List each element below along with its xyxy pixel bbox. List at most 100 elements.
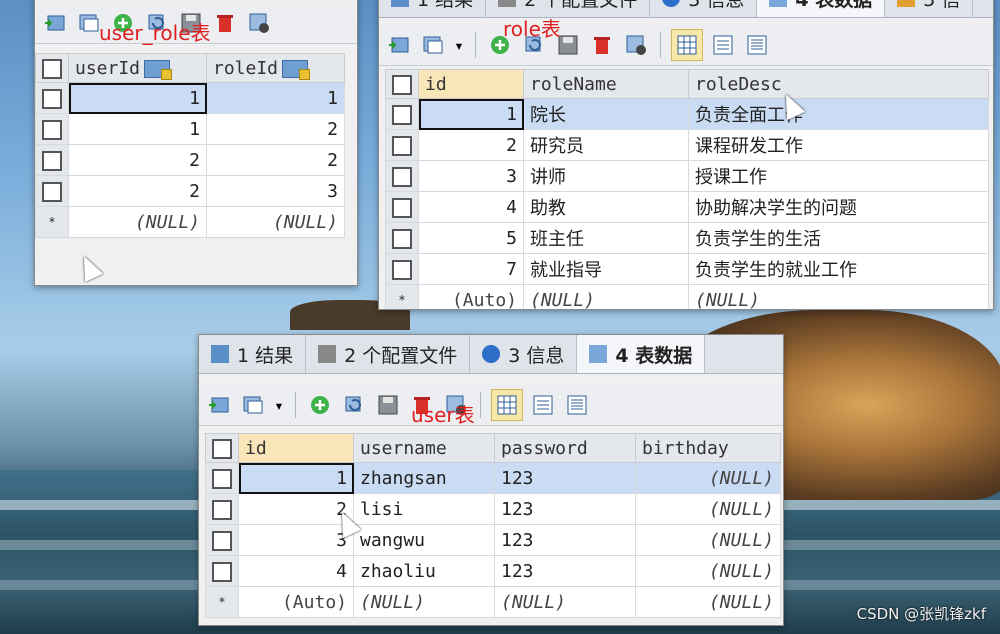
insert-row-button[interactable] (205, 391, 233, 419)
tab-partial[interactable]: 5 信 (885, 0, 974, 17)
select-all-checkbox[interactable] (385, 69, 419, 99)
cell[interactable]: (NULL) (635, 493, 781, 525)
row-checkbox[interactable] (35, 144, 69, 176)
column-header[interactable]: roleDesc (688, 69, 989, 99)
select-all-checkbox[interactable] (35, 53, 69, 83)
dropdown-arrow-icon[interactable]: ▾ (273, 391, 285, 419)
duplicate-row-button[interactable] (419, 31, 447, 59)
cell[interactable]: 5 (418, 222, 524, 254)
table-row[interactable]: 3 wangwu 123 (NULL) (205, 524, 781, 556)
form-view-button[interactable] (529, 391, 557, 419)
cell[interactable]: (Auto) (418, 284, 524, 309)
row-checkbox[interactable] (205, 462, 239, 494)
row-checkbox[interactable] (205, 493, 239, 525)
duplicate-row-button[interactable] (239, 391, 267, 419)
cell[interactable]: 123 (494, 524, 636, 556)
new-row[interactable]: * (NULL) (NULL) (35, 206, 345, 238)
save-button[interactable] (374, 391, 402, 419)
cell[interactable]: 负责学生的就业工作 (688, 253, 989, 285)
cell[interactable]: 讲师 (523, 160, 689, 192)
table-row[interactable]: 1 zhangsan 123 (NULL) (205, 462, 781, 494)
cell[interactable]: (NULL) (635, 586, 781, 618)
row-checkbox[interactable] (35, 175, 69, 207)
row-checkbox[interactable] (205, 524, 239, 556)
cancel-changes-button[interactable] (245, 9, 273, 37)
cell[interactable]: 3 (418, 160, 524, 192)
tab-table-data[interactable]: 4 表数据 (757, 0, 886, 17)
column-header[interactable]: birthday (635, 433, 781, 463)
cell[interactable]: (NULL) (523, 284, 689, 309)
cell[interactable]: 协助解决学生的问题 (688, 191, 989, 223)
cell[interactable]: (NULL) (353, 586, 495, 618)
row-checkbox[interactable] (35, 113, 69, 145)
cell[interactable]: 负责全面工作 (688, 98, 989, 130)
delete-button[interactable] (588, 31, 616, 59)
cell[interactable]: 123 (494, 462, 636, 494)
row-checkbox[interactable] (385, 222, 419, 254)
new-row[interactable]: * (Auto) (NULL) (NULL) (385, 284, 989, 309)
cell[interactable]: 2 (418, 129, 524, 161)
cell[interactable]: (NULL) (494, 586, 636, 618)
cell[interactable]: 课程研发工作 (688, 129, 989, 161)
table-row[interactable]: 2 研究员 课程研发工作 (385, 129, 989, 161)
column-header[interactable]: userId (68, 53, 207, 83)
tab-profiles[interactable]: 2 个配置文件 (306, 335, 471, 373)
table-row[interactable]: 1 1 (35, 82, 345, 114)
column-header[interactable]: password (494, 433, 636, 463)
delete-button[interactable] (211, 9, 239, 37)
tab-results[interactable]: 1 结果 (199, 335, 307, 373)
row-checkbox[interactable] (385, 98, 419, 130)
text-view-button[interactable] (743, 31, 771, 59)
cell[interactable]: 1 (238, 462, 354, 494)
dropdown-arrow-icon[interactable]: ▾ (453, 31, 465, 59)
cell[interactable]: 2 (68, 144, 207, 176)
table-row[interactable]: 4 zhaoliu 123 (NULL) (205, 555, 781, 587)
cell[interactable]: 2 (68, 175, 207, 207)
cell[interactable]: 123 (494, 493, 636, 525)
column-header[interactable]: roleId (206, 53, 345, 83)
tab-table-data[interactable]: 4 表数据 (577, 335, 706, 373)
row-checkbox[interactable] (35, 82, 69, 114)
row-checkbox[interactable] (385, 191, 419, 223)
cell[interactable]: 助教 (523, 191, 689, 223)
column-header[interactable]: username (353, 433, 495, 463)
cell[interactable]: 1 (68, 82, 207, 114)
cell[interactable]: 班主任 (523, 222, 689, 254)
cell[interactable]: 123 (494, 555, 636, 587)
cell[interactable]: (Auto) (238, 586, 354, 618)
new-row[interactable]: * (Auto) (NULL) (NULL) (NULL) (205, 586, 781, 618)
cell[interactable]: 研究员 (523, 129, 689, 161)
cell[interactable]: zhangsan (353, 462, 495, 494)
cell[interactable]: (NULL) (635, 555, 781, 587)
column-header[interactable]: id (238, 433, 354, 463)
table-row[interactable]: 1 院长 负责全面工作 (385, 98, 989, 130)
column-header[interactable]: id (418, 69, 524, 99)
cell[interactable]: 7 (418, 253, 524, 285)
insert-row-button[interactable] (41, 9, 69, 37)
cell[interactable]: 就业指导 (523, 253, 689, 285)
select-all-checkbox[interactable] (205, 433, 239, 463)
cell[interactable]: lisi (353, 493, 495, 525)
table-row[interactable]: 5 班主任 负责学生的生活 (385, 222, 989, 254)
cancel-changes-button[interactable] (622, 31, 650, 59)
grid-view-button[interactable] (491, 389, 523, 421)
tab-results[interactable]: 1 结果 (379, 0, 487, 17)
cell[interactable]: wangwu (353, 524, 495, 556)
row-checkbox[interactable] (385, 129, 419, 161)
column-header[interactable]: roleName (523, 69, 689, 99)
row-checkbox[interactable] (205, 555, 239, 587)
table-row[interactable]: 3 讲师 授课工作 (385, 160, 989, 192)
grid-view-button[interactable] (671, 29, 703, 61)
cell[interactable]: 院长 (523, 98, 689, 130)
cell[interactable]: 2 (206, 113, 345, 145)
text-view-button[interactable] (563, 391, 591, 419)
cell[interactable]: (NULL) (635, 524, 781, 556)
table-row[interactable]: 7 就业指导 负责学生的就业工作 (385, 253, 989, 285)
table-row[interactable]: 1 2 (35, 113, 345, 145)
column-filter-icon[interactable] (144, 59, 173, 80)
cell[interactable]: 3 (238, 524, 354, 556)
cell[interactable]: 负责学生的生活 (688, 222, 989, 254)
cell[interactable]: 4 (418, 191, 524, 223)
table-row[interactable]: 2 3 (35, 175, 345, 207)
table-row[interactable]: 2 lisi 123 (NULL) (205, 493, 781, 525)
